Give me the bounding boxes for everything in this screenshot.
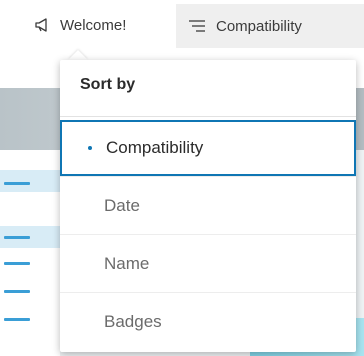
welcome-label: Welcome! [60,16,127,34]
welcome-button[interactable]: Welcome! [34,13,126,37]
background-list-marker [4,236,30,239]
sort-option-label: Badges [104,312,162,331]
sort-menu: Sort by Compatibility Date Name Badges [60,60,356,352]
sort-lines-icon [188,19,206,33]
background-list-marker [4,290,30,293]
selected-bullet-icon [88,146,92,150]
sort-button-label: Compatibility [216,17,302,35]
sort-button[interactable]: Compatibility [176,4,364,48]
sort-option-label: Date [104,196,140,215]
background-list [0,150,60,356]
sort-option-compatibility[interactable]: Compatibility [60,120,356,176]
sort-option-label: Name [104,254,150,273]
menu-divider [60,116,356,117]
sort-option-name[interactable]: Name [60,236,356,292]
menu-item-separator [60,234,356,235]
menu-item-separator [60,292,356,293]
background-list-highlight [0,170,60,192]
background-list-marker [4,318,30,321]
sort-option-label: Compatibility [106,138,204,157]
background-list-marker [4,262,30,265]
menu-item-separator [60,176,356,177]
background-list-marker [4,182,30,185]
sort-option-date[interactable]: Date [60,178,356,234]
megaphone-icon [34,17,52,33]
menu-pointer [68,50,88,60]
top-bar: Welcome! Compatibility [0,0,364,50]
sort-option-badges[interactable]: Badges [60,294,356,350]
menu-header: Sort by [80,76,136,93]
